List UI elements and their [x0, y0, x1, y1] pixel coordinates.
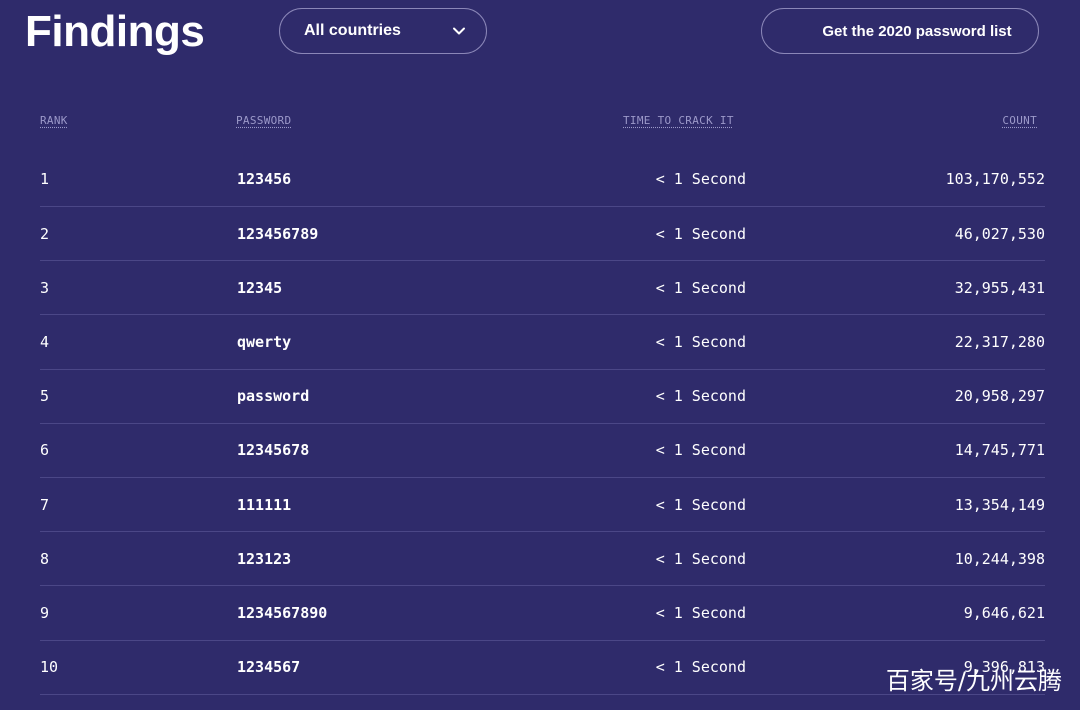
count-cell: 103,170,552: [945, 170, 1045, 188]
time-cell: < 1 Second: [655, 658, 746, 677]
table-row: 6 12345678 < 1 Second 14,745,771: [40, 424, 1045, 478]
password-cell: password: [237, 387, 310, 406]
password-cell: 111111: [237, 495, 292, 514]
time-cell: < 1 Second: [655, 224, 746, 243]
count-cell: 46,027,530: [954, 224, 1045, 243]
rank-cell: 10: [40, 658, 59, 677]
chevron-down-icon: [452, 24, 466, 38]
password-cell: 123123: [237, 549, 292, 568]
table-row: 7 111111 < 1 Second 13,354,149: [40, 478, 1045, 533]
table-row: 9 1234567890 < 1 Second 9,646,621: [40, 586, 1045, 641]
column-header-count[interactable]: COUNT: [1002, 114, 1037, 127]
rank-cell: 9: [40, 603, 50, 622]
time-cell: < 1 Second: [655, 441, 746, 460]
column-header-time-to-crack[interactable]: TIME TO CRACK IT: [623, 114, 734, 127]
time-cell: < 1 Second: [655, 495, 746, 514]
column-header-password[interactable]: PASSWORD: [236, 114, 291, 127]
password-cell: 1234567890: [237, 603, 328, 622]
table-row: 5 password < 1 Second 20,958,297: [40, 370, 1045, 424]
rank-cell: 2: [40, 224, 50, 243]
table-row: 2 123456789 < 1 Second 46,027,530: [40, 207, 1045, 262]
rank-cell: 3: [40, 278, 50, 297]
table-row: 1 123456 < 1 Second 103,170,552: [40, 152, 1045, 207]
time-cell: < 1 Second: [655, 603, 746, 622]
count-cell: 20,958,297: [954, 387, 1045, 406]
rank-cell: 1: [40, 170, 50, 188]
time-cell: < 1 Second: [655, 278, 746, 297]
count-cell: 32,955,431: [954, 278, 1045, 297]
time-cell: < 1 Second: [655, 332, 746, 351]
watermark-text: 百家号/九州云腾: [885, 667, 1062, 695]
password-table: RANK PASSWORD TIME TO CRACK IT COUNT 1 1…: [40, 108, 1045, 695]
table-row: 3 12345 < 1 Second 32,955,431: [40, 261, 1045, 316]
password-cell: 1234567: [237, 658, 301, 677]
country-select[interactable]: All countries: [279, 8, 487, 54]
table-header: RANK PASSWORD TIME TO CRACK IT COUNT: [40, 108, 1045, 152]
page-title: Findings: [25, 7, 205, 56]
password-cell: 123456789: [237, 224, 319, 243]
password-cell: qwerty: [237, 332, 292, 351]
password-cell: 123456: [237, 170, 292, 188]
count-cell: 22,317,280: [954, 332, 1045, 351]
rank-cell: 8: [40, 549, 50, 568]
column-header-rank[interactable]: RANK: [40, 114, 68, 127]
count-cell: 9,646,621: [963, 603, 1045, 622]
table-row: 8 123123 < 1 Second 10,244,398: [40, 532, 1045, 587]
rank-cell: 7: [40, 495, 50, 514]
get-password-list-button[interactable]: Get the 2020 password list: [761, 8, 1039, 54]
table-row: 4 qwerty < 1 Second 22,317,280: [40, 315, 1045, 370]
time-cell: < 1 Second: [655, 387, 746, 406]
page-header: Findings All countries Get the 2020 pass…: [0, 0, 1080, 70]
rank-cell: 4: [40, 332, 50, 351]
count-cell: 13,354,149: [954, 495, 1045, 514]
count-cell: 14,745,771: [954, 441, 1045, 460]
time-cell: < 1 Second: [655, 549, 746, 568]
table-body: 1 123456 < 1 Second 103,170,552 2 123456…: [40, 152, 1045, 695]
rank-cell: 6: [40, 441, 50, 460]
password-cell: 12345678: [237, 441, 310, 460]
count-cell: 10,244,398: [954, 549, 1045, 568]
time-cell: < 1 Second: [655, 170, 746, 188]
password-cell: 12345: [237, 278, 283, 297]
country-select-label: All countries: [304, 22, 401, 39]
rank-cell: 5: [40, 387, 50, 406]
